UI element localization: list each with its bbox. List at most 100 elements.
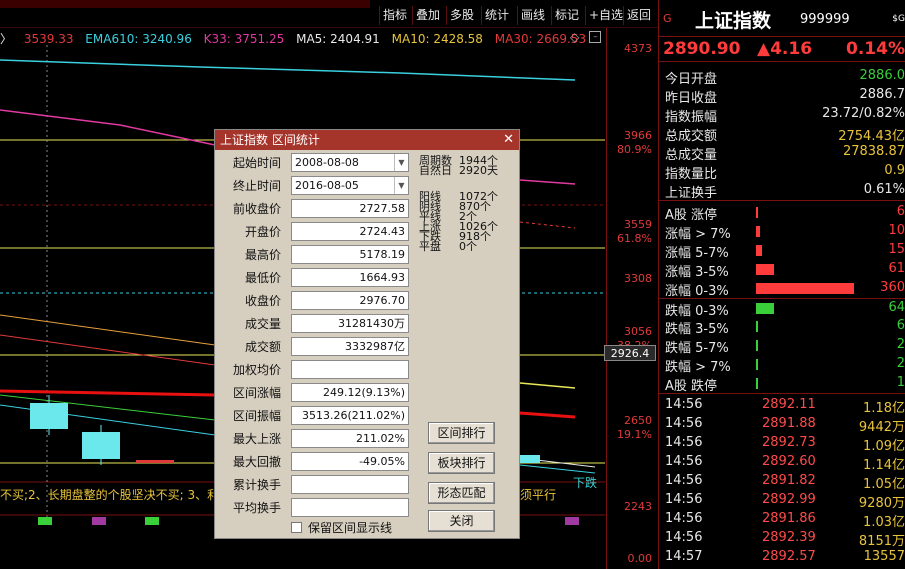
diamond-icon[interactable]: ◇ [570,30,579,44]
ma-readout: 〉 3539.33 EMA610: 3240.96 K33: 3751.25 M… [0,30,594,46]
breadth-label: 涨幅 3-5% [665,265,729,280]
tick-price: 2892.99 [762,492,816,507]
toolbar-mark-button[interactable]: 标记 [551,6,582,25]
stat-field-value[interactable]: 249.12(9.13%) [291,383,409,402]
k33-line-right [519,179,576,185]
stat-label: 上证换手 [665,186,718,201]
stat-field-label: 平均换手 [232,501,281,515]
ema610-line [0,59,576,81]
pattern-match-button[interactable]: 形态匹配 [428,482,495,504]
toolbar-multi-stock-button[interactable]: 多股 [446,6,477,25]
tick-price: 2892.60 [762,454,816,469]
thick-red-ma [0,389,216,397]
breadth-row[interactable]: 跌幅 3-5% 6 [659,317,905,337]
breadth-bar [756,378,758,389]
volume-bar [92,517,106,525]
breadth-row[interactable]: 跌幅 5-7% 2 [659,336,905,356]
stat-field-value[interactable] [291,360,409,379]
toolbar-add-favorite-button[interactable]: +自选 [585,6,626,25]
tick-time: 14:56 [665,416,703,431]
tick-row: 14:57 2892.57 13557 [659,548,905,567]
unchanged-label: 平盘 [419,240,441,253]
tick-price: 2892.11 [762,397,816,412]
breadth-bar [756,207,758,218]
chevron-down-icon[interactable]: ▼ [394,177,408,194]
breadth-row[interactable]: 跌幅 0-3% 64 [659,298,905,319]
breadth-bar [756,264,774,275]
stat-field-value[interactable]: -49.05% [291,452,409,471]
breadth-row[interactable]: 涨幅 > 7% 10 [659,222,905,242]
tick-row: 14:56 2892.60 1.14亿 [659,453,905,473]
stat-label: 昨日收盘 [665,91,718,106]
breadth-count: 360 [880,280,905,295]
candle-stats: 阳线 1072个 阴线 870个 平线 2个 上涨 1026个 下跌 918个 平盘 0个 [419,191,498,253]
toolbar-back-button[interactable]: 返回 [623,6,654,25]
stat-field-value[interactable]: 31281430万 [291,314,409,333]
stat-row: 昨日收盘 2886.7 [659,86,905,106]
quote-panel: G 上证指数 999999 $G 2890.90 ▲4.16 0.14% 今日开… [658,0,905,569]
tick-row: 14:56 2892.39 8151万 [659,529,905,549]
breadth-count: 64 [888,300,905,315]
breadth-row[interactable]: A股 跌停 1 [659,374,905,394]
tick-amount: 13557 [863,549,905,564]
stat-value: 23.72/0.82% [822,106,905,121]
breadth-count: 1 [896,375,905,390]
stat-field-value[interactable] [291,498,409,517]
volume-bar [38,517,52,525]
toolbar-draw-line-button[interactable]: 画线 [517,6,548,25]
start-time-select[interactable]: 2008-08-08 ▼ [291,153,409,172]
tick-price: 2892.57 [762,549,816,564]
stat-field-value[interactable]: 5178.19 [291,245,409,264]
stat-field-value[interactable]: 3332987亿 [291,337,409,356]
volume-bar [145,517,159,525]
breadth-row[interactable]: 涨幅 3-5% 61 [659,260,905,280]
stat-field-value[interactable]: 2727.58 [291,199,409,218]
breadth-count: 61 [888,261,905,276]
price-row: 2890.90 ▲4.16 0.14% [659,37,905,62]
close-icon[interactable]: ✕ [503,130,514,150]
sector-rank-button[interactable]: 板块排行 [428,452,495,474]
toolbar-indicator-button[interactable]: 指标 [379,6,410,25]
breadth-count: 2 [896,356,905,371]
price-change-pct: 0.14% [846,39,905,59]
stat-field-value[interactable]: 3513.26(211.02%) [291,406,409,425]
range-rank-button[interactable]: 区间排行 [428,422,495,444]
breadth-row[interactable]: A股 涨停 6 [659,203,905,223]
end-time-value: 2016-08-05 [295,179,359,192]
k33-value: K33: 3751.25 [203,32,285,46]
volume-bar [565,517,579,525]
stat-field-value[interactable]: 211.02% [291,429,409,448]
axis-label: 2650 [624,414,652,427]
tick-row: 14:56 2892.73 1.09亿 [659,434,905,454]
tick-amount: 1.09亿 [863,439,905,454]
minimize-panel-icon[interactable]: – [589,31,602,43]
tick-time: 14:56 [665,397,703,412]
end-time-label: 终止时间 [232,179,281,193]
stat-field-label: 累计换手 [232,478,281,492]
stat-row: 总成交额 2754.43亿 [659,124,905,144]
stat-field-value[interactable] [291,475,409,494]
dialog-title-bar[interactable]: 上证指数 区间统计 ✕ [215,130,519,150]
keep-range-lines-option[interactable]: 保留区间显示线 [291,519,392,536]
stat-field-value[interactable]: 2724.43 [291,222,409,241]
breadth-row[interactable]: 涨幅 0-3% 360 [659,279,905,299]
tick-row: 14:56 2892.11 1.18亿 [659,396,905,416]
toolbar-overlay-button[interactable]: 叠加 [412,6,443,25]
stat-field-label: 区间振幅 [232,409,281,423]
market-breadth: A股 涨停 6 涨幅 > 7% 10 涨幅 5-7% 15 涨幅 3-5% 61 涨幅 0-3%… [659,201,905,394]
tick-row: 14:56 2892.99 9280万 [659,491,905,511]
keep-range-lines-checkbox[interactable] [291,522,302,533]
end-time-select[interactable]: 2016-08-05 ▼ [291,176,409,195]
ma-prefix: 〉 [0,32,13,46]
tick-amount: 1.03亿 [863,515,905,530]
breadth-row[interactable]: 涨幅 5-7% 15 [659,241,905,261]
breadth-row[interactable]: 跌幅 > 7% 2 [659,355,905,375]
close-button[interactable]: 关闭 [428,510,495,532]
breadth-bar [756,226,760,237]
stat-field-value[interactable]: 1664.93 [291,268,409,287]
stat-field-value[interactable]: 2976.70 [291,291,409,310]
tick-amount: 9280万 [858,496,905,511]
toolbar-statistics-button[interactable]: 统计 [481,6,512,25]
tick-amount: 8151万 [858,534,905,549]
chevron-down-icon[interactable]: ▼ [394,154,408,171]
